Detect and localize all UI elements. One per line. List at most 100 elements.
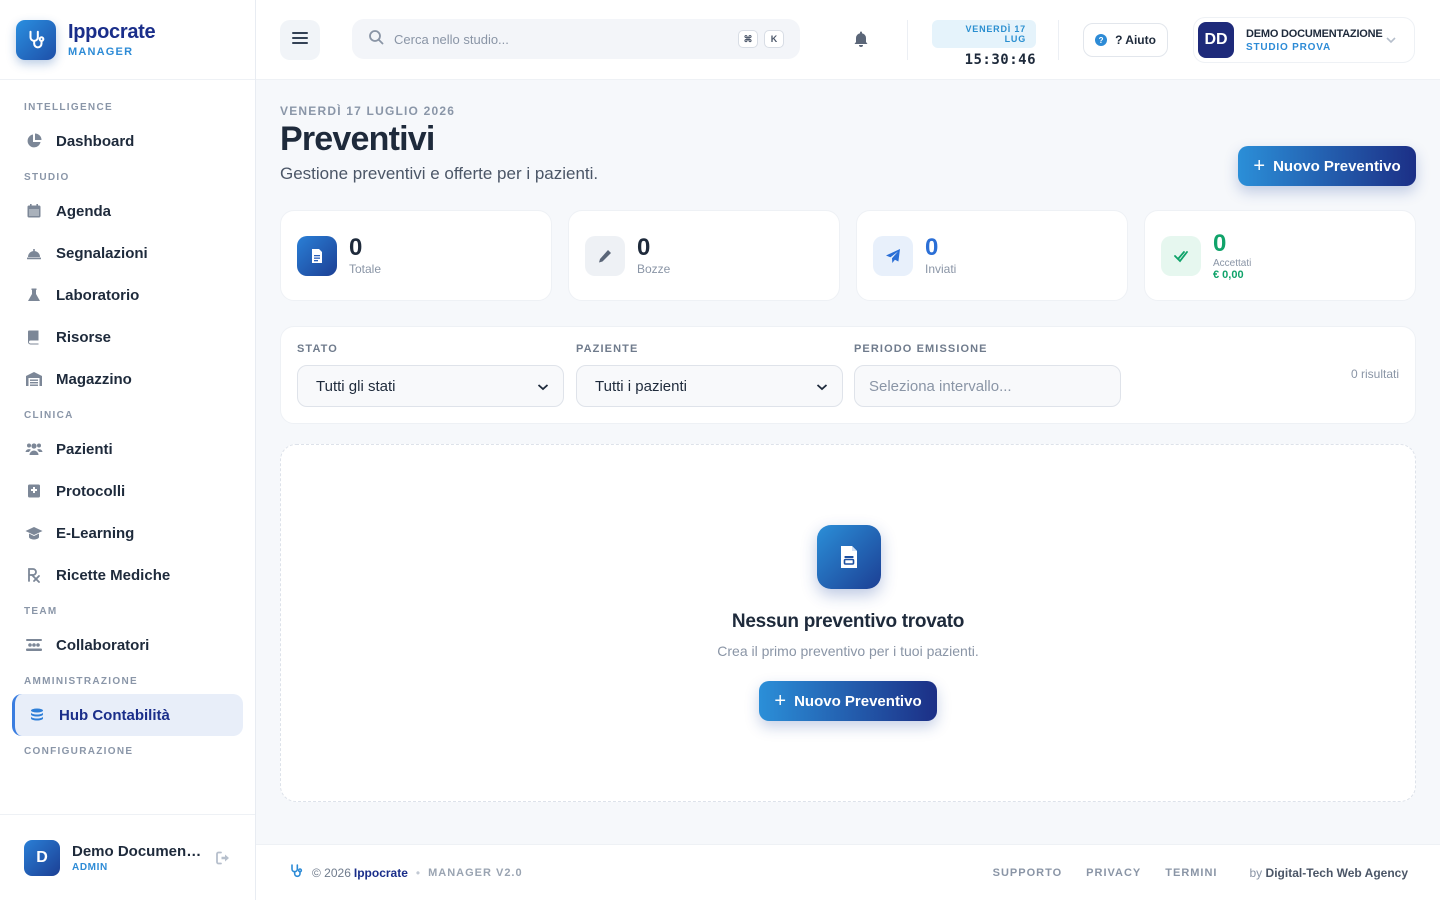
- filter-paziente: PAZIENTE Tutti i pazienti: [576, 343, 843, 407]
- footer-link-supporto[interactable]: SUPPORTO: [993, 867, 1063, 879]
- stat-card-accettati: 0 Accettati € 0,00: [1144, 210, 1416, 301]
- sidebar-item-label: Laboratorio: [56, 286, 140, 304]
- filter-stato: STATO Tutti gli stati: [297, 343, 564, 407]
- header-divider: [907, 20, 908, 60]
- menu-toggle-button[interactable]: [280, 20, 320, 60]
- clock: 15:30:46: [964, 52, 1036, 68]
- nav-section-intelligence: INTELLIGENCE: [24, 102, 113, 113]
- hamburger-icon: [291, 30, 309, 51]
- brand[interactable]: Ippocrate MANAGER: [0, 0, 255, 80]
- chevron-down-icon: [816, 378, 828, 395]
- sidebar-item-label: Risorse: [56, 328, 112, 346]
- nav-section-studio: STUDIO: [24, 172, 70, 183]
- protocol-book-icon: [24, 481, 44, 501]
- stat-label: Totale: [349, 262, 382, 276]
- nav-section-clinica: CLINICA: [24, 410, 74, 421]
- search-icon: [368, 29, 384, 50]
- sidebar-item-segnalazioni[interactable]: Segnalazioni: [12, 232, 243, 274]
- new-quote-label: Nuovo Preventivo: [794, 692, 922, 710]
- nav-section-amministrazione: AMMINISTRAZIONE: [24, 676, 138, 687]
- stat-card-bozze: 0 Bozze: [568, 210, 840, 301]
- flask-icon: [24, 285, 44, 305]
- search-placeholder: Cerca nello studio...: [394, 31, 509, 47]
- filter-label: PERIODO EMISSIONE: [854, 343, 988, 355]
- sidebar-item-risorse[interactable]: Risorse: [12, 316, 243, 358]
- sidebar-item-pazienti[interactable]: Pazienti: [12, 428, 243, 470]
- footer-version: MANAGER V2.0: [428, 866, 523, 879]
- sidebar-item-label: Magazzino: [56, 370, 132, 388]
- new-quote-button[interactable]: + Nuovo Preventivo: [1238, 146, 1416, 186]
- top-header: Cerca nello studio... ⌘ K VENERDÌ 17 LUG…: [256, 0, 1440, 80]
- chevron-down-icon: [537, 378, 549, 395]
- date-range-input[interactable]: Seleziona intervallo...: [854, 365, 1121, 407]
- coins-icon: [27, 705, 47, 725]
- brand-name: Ippocrate: [68, 21, 156, 43]
- stats-row: 0 Totale 0 Bozze 0 Inviati 0 Accettati €…: [280, 210, 1416, 301]
- brand-subtitle: MANAGER: [68, 46, 134, 58]
- date-pill: VENERDÌ 17 LUG: [932, 20, 1036, 48]
- sidebar-item-protocolli[interactable]: Protocolli: [12, 470, 243, 512]
- sidebar-item-label: Pazienti: [56, 440, 113, 458]
- sidebar-item-label: Protocolli: [56, 482, 126, 500]
- account-studio: STUDIO PROVA: [1246, 41, 1331, 53]
- datetime-widget: VENERDÌ 17 LUG 15:30:46: [932, 20, 1036, 68]
- footer-agency-link[interactable]: Digital-Tech Web Agency: [1266, 866, 1408, 880]
- footer-separator: •: [415, 865, 421, 880]
- graduation-cap-icon: [24, 523, 44, 543]
- account-menu[interactable]: DD DEMO DOCUMENTAZIONE STUDIO PROVA: [1193, 17, 1415, 63]
- document-icon: [817, 525, 881, 589]
- filters-panel: STATO Tutti gli stati PAZIENTE Tutti i p…: [280, 326, 1416, 424]
- account-name: DEMO DOCUMENTAZIONE: [1246, 27, 1383, 40]
- empty-subtitle: Crea il primo preventivo per i tuoi pazi…: [717, 643, 979, 659]
- stat-label: Accettati: [1213, 257, 1252, 269]
- account-avatar: DD: [1198, 22, 1234, 58]
- paper-plane-icon: [873, 235, 913, 276]
- plus-icon: +: [774, 690, 787, 712]
- pencil-icon: [585, 235, 625, 276]
- new-quote-label: Nuovo Preventivo: [1273, 157, 1401, 175]
- sidebar-item-label: Agenda: [56, 202, 112, 220]
- sidebar-item-hub-contabilita[interactable]: Hub Contabilità: [12, 694, 243, 736]
- footer-brand: Ippocrate: [353, 865, 408, 880]
- plus-icon: +: [1253, 155, 1266, 177]
- empty-state: Nessun preventivo trovato Crea il primo …: [280, 444, 1416, 802]
- footer-link-privacy[interactable]: PRIVACY: [1086, 867, 1141, 879]
- empty-new-quote-button[interactable]: + Nuovo Preventivo: [759, 681, 937, 721]
- sidebar-item-label: Ricette Mediche: [56, 566, 171, 584]
- sidebar-item-laboratorio[interactable]: Laboratorio: [12, 274, 243, 316]
- warehouse-icon: [24, 369, 44, 389]
- search-input[interactable]: Cerca nello studio... ⌘ K: [352, 19, 800, 59]
- avatar[interactable]: D: [24, 839, 60, 876]
- sidebar-item-label: Collaboratori: [56, 636, 150, 654]
- sidebar-nav: INTELLIGENCE Dashboard STUDIO Agenda Seg…: [0, 80, 255, 764]
- main-content: VENERDÌ 17 LUGLIO 2026 Preventivi Gestio…: [256, 80, 1440, 844]
- stat-value: 0: [1213, 229, 1227, 257]
- sidebar-item-collaboratori[interactable]: Collaboratori: [12, 624, 243, 666]
- kbd-k: K: [764, 30, 784, 48]
- stat-label: Bozze: [637, 262, 671, 276]
- page-subtitle: Gestione preventivi e offerte per i pazi…: [280, 164, 599, 183]
- stato-value: Tutti gli stati: [316, 377, 396, 395]
- logout-icon[interactable]: [215, 850, 231, 866]
- sidebar-item-agenda[interactable]: Agenda: [12, 190, 243, 232]
- sidebar-item-magazzino[interactable]: Magazzino: [12, 358, 243, 400]
- empty-title: Nessun preventivo trovato: [731, 611, 965, 632]
- user-role: ADMIN: [72, 861, 108, 873]
- user-name: Demo Documentazione: [72, 842, 204, 860]
- header-divider: [1058, 20, 1059, 60]
- stato-select[interactable]: Tutti gli stati: [297, 365, 564, 407]
- sidebar-item-ricette-mediche[interactable]: Ricette Mediche: [12, 554, 243, 596]
- help-button[interactable]: ? ? Aiuto: [1083, 23, 1168, 57]
- footer-link-termini[interactable]: TERMINI: [1165, 867, 1217, 879]
- nav-section-team: TEAM: [24, 606, 58, 617]
- users-icon: [24, 439, 44, 459]
- sidebar-item-label: E-Learning: [56, 524, 135, 542]
- sidebar-item-dashboard[interactable]: Dashboard: [12, 120, 243, 162]
- sidebar-item-e-learning[interactable]: E-Learning: [12, 512, 243, 554]
- page-date: VENERDÌ 17 LUGLIO 2026: [280, 104, 456, 118]
- stat-value: 0: [925, 234, 939, 261]
- paziente-select[interactable]: Tutti i pazienti: [576, 365, 843, 407]
- book-icon: [24, 327, 44, 347]
- notifications-bell-icon[interactable]: [852, 30, 872, 50]
- prescription-icon: [24, 565, 44, 585]
